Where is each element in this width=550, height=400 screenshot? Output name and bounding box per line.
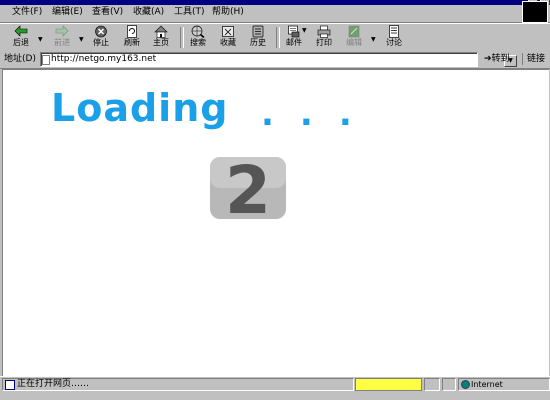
page-loading-icon (5, 380, 15, 390)
internet-zone-icon (461, 380, 470, 389)
ie-throbber-logo (522, 1, 548, 23)
refresh-button[interactable]: 刷新 (117, 25, 147, 51)
edit-dropdown-icon[interactable]: ▼ (371, 36, 376, 43)
edit-label: 编辑 (346, 38, 362, 47)
refresh-icon (127, 25, 137, 38)
back-arrow-icon (14, 25, 28, 37)
forward-label: 前进 (54, 38, 70, 47)
print-button[interactable]: 打印 (309, 25, 339, 51)
home-icon (154, 25, 168, 38)
forward-dropdown-icon[interactable]: ▼ (79, 36, 84, 43)
address-bar: 地址(D) http://netgo.my163.net ▼ ➔转到 链接 (0, 51, 550, 69)
standard-toolbar: 后退 ▼ 前进 ▼ 停止 刷新 主页 搜索 收藏 历史 邮件 ▼ 打印 编辑 ▼… (0, 23, 550, 52)
loading-dots: ... (261, 94, 378, 134)
mail-icon (288, 25, 300, 38)
home-button[interactable]: 主页 (146, 25, 176, 51)
address-url[interactable]: http://netgo.my163.net (51, 53, 156, 66)
browser-window: 文件(F) 编辑(E) 查看(V) 收藏(A) 工具(T) 帮助(H) 后退 ▼… (0, 0, 550, 400)
back-button[interactable]: 后退 (6, 25, 36, 51)
big-number-graphic: 2 (210, 155, 286, 221)
go-button[interactable]: ➔转到 (484, 53, 510, 65)
search-globe-icon (191, 25, 205, 38)
address-label: 地址(D) (4, 54, 36, 64)
menu-file[interactable]: 文件(F) (12, 7, 42, 18)
favorites-label: 收藏 (220, 38, 236, 47)
back-dropdown-icon[interactable]: ▼ (38, 36, 43, 43)
stop-button[interactable]: 停止 (86, 25, 116, 51)
progress-bar (355, 378, 422, 391)
status-text-panel: 正在打开网页…… (2, 378, 354, 391)
address-input[interactable]: http://netgo.my163.net ▼ (40, 52, 517, 67)
favorites-icon (222, 26, 234, 37)
mail-dropdown-icon[interactable]: ▼ (302, 27, 307, 34)
discuss-icon (389, 25, 399, 38)
status-bar: 正在打开网页…… Internet (0, 376, 550, 392)
history-label: 历史 (250, 38, 266, 47)
menu-view[interactable]: 查看(V) (92, 7, 123, 18)
forward-button[interactable]: 前进 (47, 25, 77, 51)
favorites-button[interactable]: 收藏 (213, 25, 243, 51)
menu-tools[interactable]: 工具(T) (174, 7, 205, 18)
printer-icon (317, 25, 331, 38)
go-label: 转到 (491, 54, 510, 64)
refresh-label: 刷新 (124, 38, 140, 47)
back-label: 后退 (13, 38, 29, 47)
print-label: 打印 (316, 38, 332, 47)
stop-icon (95, 25, 107, 38)
history-icon (252, 25, 264, 38)
forward-arrow-icon (55, 25, 69, 37)
zone-text: Internet (471, 380, 503, 389)
home-label: 主页 (153, 38, 169, 47)
stop-label: 停止 (93, 38, 109, 47)
history-button[interactable]: 历史 (243, 25, 273, 51)
menu-favorites[interactable]: 收藏(A) (133, 7, 164, 18)
mail-label: 邮件 (286, 38, 302, 47)
menu-edit[interactable]: 编辑(E) (52, 7, 83, 18)
page-content: Loading ... 2 (2, 69, 549, 376)
status-panel (424, 378, 440, 391)
discuss-button[interactable]: 讨论 (379, 25, 409, 51)
status-panel (442, 378, 456, 391)
links-button[interactable]: 链接 (522, 53, 545, 65)
loading-text: Loading (51, 86, 229, 130)
edit-button[interactable]: 编辑 (339, 25, 369, 51)
big-number-text: 2 (225, 155, 271, 221)
menu-bar: 文件(F) 编辑(E) 查看(V) 收藏(A) 工具(T) 帮助(H) (0, 1, 550, 23)
search-button[interactable]: 搜索 (183, 25, 213, 51)
search-label: 搜索 (190, 38, 206, 47)
edit-icon (348, 25, 360, 38)
page-icon (42, 55, 50, 65)
discuss-label: 讨论 (386, 38, 402, 47)
security-zone-panel: Internet (458, 378, 550, 391)
status-text: 正在打开网页…… (17, 379, 90, 389)
menu-help[interactable]: 帮助(H) (212, 7, 244, 18)
